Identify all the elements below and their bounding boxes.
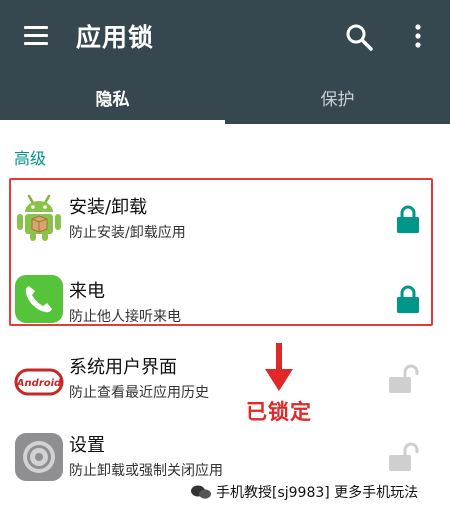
app-name: 系统用户界面	[69, 357, 177, 378]
app-name: 安装/卸载	[69, 197, 148, 218]
app-desc: 防止他人接听来电	[69, 309, 181, 325]
settings-gear-icon	[15, 433, 63, 481]
android-kitkat-icon: Android	[14, 368, 64, 396]
more-vert-icon[interactable]	[408, 22, 428, 52]
search-icon[interactable]	[344, 22, 374, 52]
phone-icon	[15, 275, 63, 323]
app-name: 设置	[69, 435, 105, 456]
locked-annotation: 已锁定	[246, 400, 312, 424]
app-bar: 应用锁 隐私 保护	[0, 0, 450, 124]
app-desc: 防止查看最近应用历史	[69, 385, 209, 401]
section-header: 高级	[14, 149, 47, 168]
app-name: 来电	[69, 281, 105, 302]
watermark: 手机教授[sj9983] 更多手机玩法	[190, 480, 446, 506]
lock-open-icon[interactable]	[388, 364, 422, 394]
lock-closed-icon[interactable]	[396, 284, 420, 314]
app-desc: 防止卸载或强制关闭应用	[69, 463, 223, 479]
app-row-call[interactable]: 来电 防止他人接听来电	[0, 264, 450, 350]
app-row-install[interactable]: 安装/卸载 防止安装/卸载应用	[0, 180, 450, 266]
arrow-down-icon	[265, 343, 293, 391]
lock-open-icon[interactable]	[388, 442, 422, 472]
tab-protect[interactable]: 保护	[225, 78, 450, 124]
tab-indicator	[0, 120, 225, 124]
watermark-text: 手机教授[sj9983] 更多手机玩法	[216, 485, 419, 501]
app-desc: 防止安装/卸载应用	[69, 225, 186, 241]
app-title: 应用锁	[76, 23, 155, 52]
android-icon	[17, 194, 61, 241]
svg-text:Android: Android	[16, 378, 62, 389]
lock-closed-icon[interactable]	[396, 204, 420, 234]
tab-privacy[interactable]: 隐私	[0, 78, 225, 124]
wechat-icon	[191, 485, 211, 499]
menu-icon[interactable]	[24, 26, 48, 46]
